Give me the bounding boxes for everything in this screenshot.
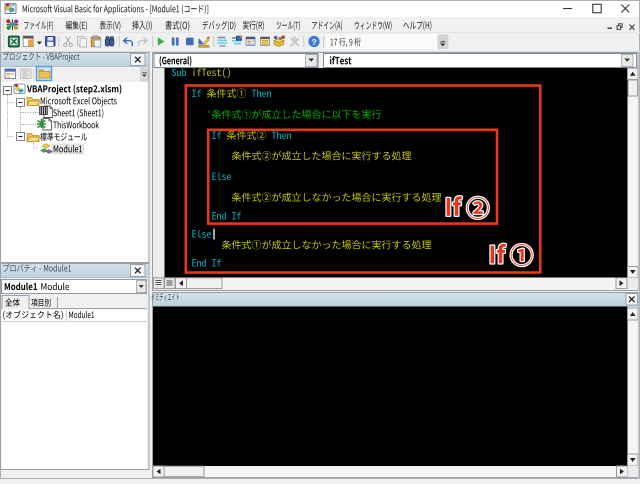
svg-text:?: ?	[311, 37, 316, 47]
